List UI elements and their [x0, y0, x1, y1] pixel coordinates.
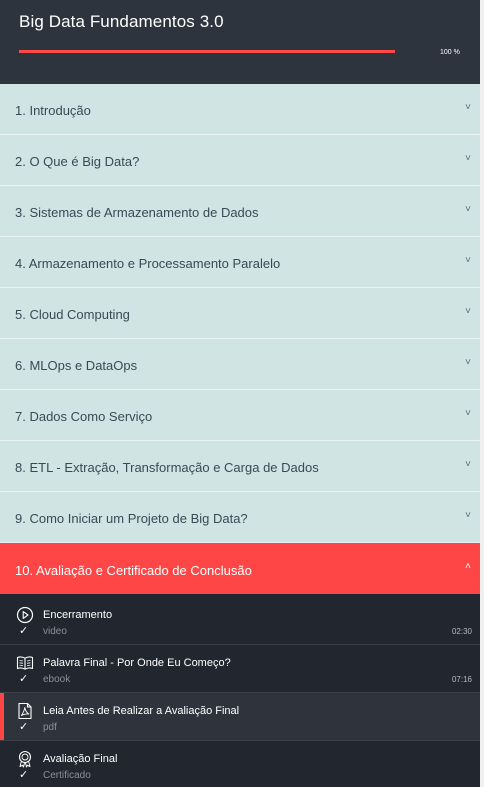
chevron-down-icon: ˅: [465, 408, 471, 419]
progress-fill: [19, 50, 395, 53]
section-label: 8. ETL - Extração, Transformação e Carga…: [15, 460, 319, 475]
section-item-sistemas-armazenamento[interactable]: 3. Sistemas de Armazenamento de Dados ˅: [0, 186, 480, 237]
completed-check-icon: ✓: [19, 625, 29, 637]
lesson-item-leia-antes[interactable]: ✓ Leia Antes de Realizar a Avaliação Fin…: [0, 693, 480, 741]
section-label: 3. Sistemas de Armazenamento de Dados: [15, 205, 259, 220]
course-header: Big Data Fundamentos 3.0 100 %: [0, 0, 480, 84]
lesson-title: Encerramento: [43, 609, 113, 621]
lesson-type: Certificado: [43, 770, 91, 781]
lesson-type: pdf: [43, 722, 57, 733]
lesson-type: video: [43, 626, 67, 637]
chevron-down-icon: ˅: [465, 306, 471, 317]
section-label: 5. Cloud Computing: [15, 307, 130, 322]
completed-check-icon: ✓: [19, 673, 29, 685]
lesson-item-palavra-final[interactable]: ✓ Palavra Final - Por Onde Eu Começo? eb…: [0, 645, 480, 693]
lesson-duration: 02:30: [451, 627, 472, 636]
scrollbar[interactable]: [480, 0, 484, 787]
certificate-icon: [18, 750, 32, 768]
section-item-mlops-dataops[interactable]: 6. MLOps e DataOps ˅: [0, 339, 480, 390]
section-label: 2. O Que é Big Data?: [15, 154, 140, 169]
lesson-title: Palavra Final - Por Onde Eu Começo?: [43, 657, 231, 669]
section-item-dados-como-servico[interactable]: 7. Dados Como Serviço ˅: [0, 390, 480, 441]
chevron-down-icon: ˅: [465, 102, 471, 113]
lesson-list: ✓ Encerramento video 02:30 ✓ Palavra Fin…: [0, 597, 480, 787]
book-icon: [16, 656, 34, 670]
chevron-down-icon: ˅: [465, 357, 471, 368]
completed-check-icon: ✓: [19, 769, 29, 781]
section-item-etl[interactable]: 8. ETL - Extração, Transformação e Carga…: [0, 441, 480, 492]
section-label: 4. Armazenamento e Processamento Paralel…: [15, 256, 281, 271]
section-item-introducao[interactable]: 1. Introdução ˅: [0, 84, 480, 135]
section-item-avaliacao-certificado[interactable]: 10. Avaliação e Certificado de Conclusão…: [0, 543, 480, 594]
chevron-up-icon: ˄: [465, 561, 471, 572]
section-item-cloud-computing[interactable]: 5. Cloud Computing ˅: [0, 288, 480, 339]
section-list: 1. Introdução ˅ 2. O Que é Big Data? ˅ 3…: [0, 84, 480, 594]
course-player: Big Data Fundamentos 3.0 100 % 1. Introd…: [0, 0, 484, 787]
chevron-down-icon: ˅: [465, 153, 471, 164]
section-label: 1. Introdução: [15, 103, 91, 118]
section-item-processamento-paralelo[interactable]: 4. Armazenamento e Processamento Paralel…: [0, 237, 480, 288]
lesson-type: ebook: [43, 674, 71, 685]
progress-percent: 100 %: [440, 49, 460, 56]
section-label: 7. Dados Como Serviço: [15, 409, 153, 424]
lesson-item-encerramento[interactable]: ✓ Encerramento video 02:30: [0, 597, 480, 645]
play-circle-icon: [16, 606, 34, 624]
lesson-duration: 07:16: [451, 675, 472, 684]
progress-bar: [19, 50, 395, 53]
section-label: 6. MLOps e DataOps: [15, 358, 138, 373]
course-title: Big Data Fundamentos 3.0: [19, 12, 224, 31]
section-label: 9. Como Iniciar um Projeto de Big Data?: [15, 511, 248, 526]
section-item-o-que-e-big-data[interactable]: 2. O Que é Big Data? ˅: [0, 135, 480, 186]
chevron-down-icon: ˅: [465, 459, 471, 470]
chevron-down-icon: ˅: [465, 204, 471, 215]
chevron-down-icon: ˅: [465, 255, 471, 266]
lesson-title: Avaliação Final: [43, 753, 118, 765]
lesson-item-avaliacao-final[interactable]: ✓ Avaliação Final Certificado: [0, 741, 480, 787]
chevron-down-icon: ˅: [465, 510, 471, 521]
completed-check-icon: ✓: [19, 721, 29, 733]
section-item-iniciar-projeto[interactable]: 9. Como Iniciar um Projeto de Big Data? …: [0, 492, 480, 543]
lesson-title: Leia Antes de Realizar a Avaliação Final: [43, 705, 240, 717]
pdf-icon: [18, 702, 32, 720]
section-label: 10. Avaliação e Certificado de Conclusão: [15, 563, 252, 578]
